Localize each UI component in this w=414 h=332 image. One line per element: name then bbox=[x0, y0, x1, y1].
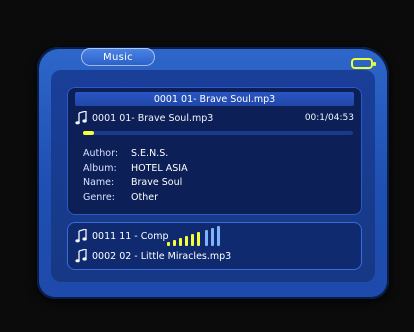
battery-icon bbox=[351, 58, 376, 69]
genre-label: Genre: bbox=[83, 191, 115, 203]
current-track-label: 0001 01- Brave Soul.mp3 bbox=[92, 112, 214, 124]
name-value: Brave Soul bbox=[131, 177, 183, 188]
player-frame: Music 0001 01- Brave Soul.mp3 0001 01- B… bbox=[37, 47, 389, 299]
now-playing-header: 0001 01- Brave Soul.mp3 bbox=[75, 92, 354, 106]
author-label: Author: bbox=[83, 148, 119, 159]
playlist-panel: 0011 11 - Comp 0002 02 - Little Miracles… bbox=[67, 222, 362, 270]
music-note-icon bbox=[75, 249, 87, 263]
genre-value: Other bbox=[131, 191, 158, 203]
track-metadata: Author: S.E.N.S. Album: HOTEL ASIA Name:… bbox=[83, 147, 343, 205]
equalizer-icon bbox=[167, 226, 267, 246]
author-value: S.E.N.S. bbox=[131, 148, 169, 159]
meta-row-name: Name: Brave Soul bbox=[83, 176, 343, 191]
meta-row-author: Author: S.E.N.S. bbox=[83, 147, 343, 162]
name-label: Name: bbox=[83, 177, 115, 188]
playlist-item[interactable]: 0002 02 - Little Miracles.mp3 bbox=[75, 248, 354, 264]
track-time: 00:1/04:53 bbox=[304, 113, 354, 123]
current-track-row[interactable]: 0001 01- Brave Soul.mp3 00:1/04:53 bbox=[75, 110, 354, 126]
progress-fill bbox=[83, 131, 94, 135]
music-note-icon bbox=[75, 229, 87, 243]
playlist-item-label: 0002 02 - Little Miracles.mp3 bbox=[92, 250, 232, 262]
now-playing-panel: 0001 01- Brave Soul.mp3 0001 01- Brave S… bbox=[67, 87, 362, 215]
album-value: HOTEL ASIA bbox=[131, 162, 188, 174]
playlist-item-label: 0011 11 - Comp bbox=[92, 230, 169, 242]
album-label: Album: bbox=[83, 162, 117, 174]
music-note-icon bbox=[75, 111, 87, 125]
page-title: Music bbox=[81, 48, 155, 66]
meta-row-album: Album: HOTEL ASIA bbox=[83, 162, 343, 177]
progress-bar[interactable] bbox=[83, 131, 353, 135]
meta-row-genre: Genre: Other bbox=[83, 191, 343, 206]
screen: Music 0001 01- Brave Soul.mp3 0001 01- B… bbox=[0, 0, 414, 332]
